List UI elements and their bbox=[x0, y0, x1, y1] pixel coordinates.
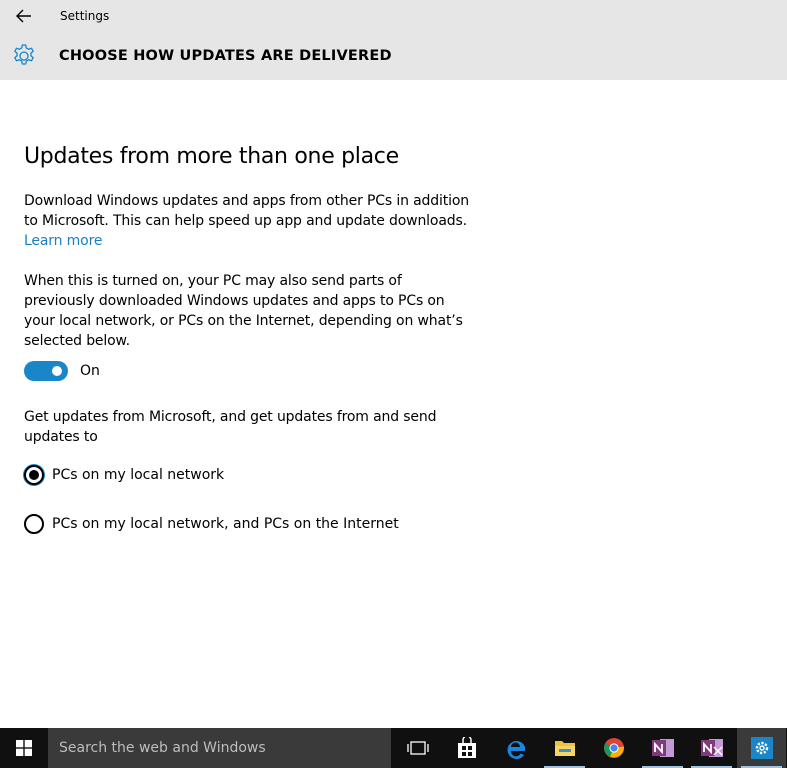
windows-start-icon bbox=[16, 740, 32, 756]
toggle-knob bbox=[52, 366, 62, 376]
settings-icon bbox=[750, 737, 773, 759]
radio-button-unchecked[interactable] bbox=[24, 514, 44, 534]
start-button[interactable] bbox=[0, 728, 48, 768]
onenote-clipper-button[interactable] bbox=[687, 728, 736, 768]
radio-local-and-internet[interactable]: PCs on my local network, and PCs on the … bbox=[24, 514, 399, 534]
gear-icon bbox=[0, 32, 48, 80]
store-icon bbox=[457, 737, 476, 758]
radio-local-network[interactable]: PCs on my local network bbox=[24, 465, 224, 485]
taskbar-search-box[interactable]: Search the web and Windows bbox=[48, 728, 391, 768]
taskbar: Search the web and Windows bbox=[0, 728, 787, 768]
onenote-clipper-icon bbox=[700, 739, 723, 757]
edge-icon bbox=[507, 741, 525, 759]
back-arrow-icon bbox=[16, 9, 31, 23]
onenote-icon bbox=[651, 739, 674, 757]
task-view-icon bbox=[406, 741, 429, 755]
back-button[interactable] bbox=[0, 0, 48, 32]
section-title: Updates from more than one place bbox=[24, 144, 399, 169]
page-title: CHOOSE HOW UPDATES ARE DELIVERED bbox=[59, 48, 392, 64]
file-explorer-icon bbox=[554, 741, 575, 756]
learn-more-link[interactable]: Learn more bbox=[24, 231, 103, 251]
toggle-state-label: On bbox=[80, 363, 100, 379]
edge-button[interactable] bbox=[491, 728, 540, 768]
radio-label: PCs on my local network bbox=[52, 467, 225, 483]
search-placeholder: Search the web and Windows bbox=[59, 740, 266, 756]
options-intro: Get updates from Microsoft, and get upda… bbox=[24, 409, 437, 445]
task-view-button[interactable] bbox=[393, 728, 442, 768]
onenote-button[interactable] bbox=[638, 728, 687, 768]
file-explorer-button[interactable] bbox=[540, 728, 589, 768]
description: Download Windows updates and apps from o… bbox=[24, 193, 469, 229]
settings-button[interactable] bbox=[737, 728, 786, 768]
store-button[interactable] bbox=[442, 728, 491, 768]
description-text: Download Windows updates and apps from o… bbox=[24, 191, 469, 251]
page-header: CHOOSE HOW UPDATES ARE DELIVERED bbox=[0, 32, 787, 80]
when-on-text: When this is turned on, your PC may also… bbox=[24, 273, 463, 349]
radio-label: PCs on my local network, and PCs on the … bbox=[52, 516, 399, 532]
sharing-toggle-row: On bbox=[24, 361, 100, 381]
chrome-button[interactable] bbox=[589, 728, 638, 768]
chrome-icon bbox=[603, 738, 624, 758]
radio-button-checked[interactable] bbox=[24, 465, 44, 485]
title-bar: Settings bbox=[0, 0, 787, 32]
sharing-toggle[interactable] bbox=[24, 361, 68, 381]
app-title: Settings bbox=[60, 9, 110, 23]
